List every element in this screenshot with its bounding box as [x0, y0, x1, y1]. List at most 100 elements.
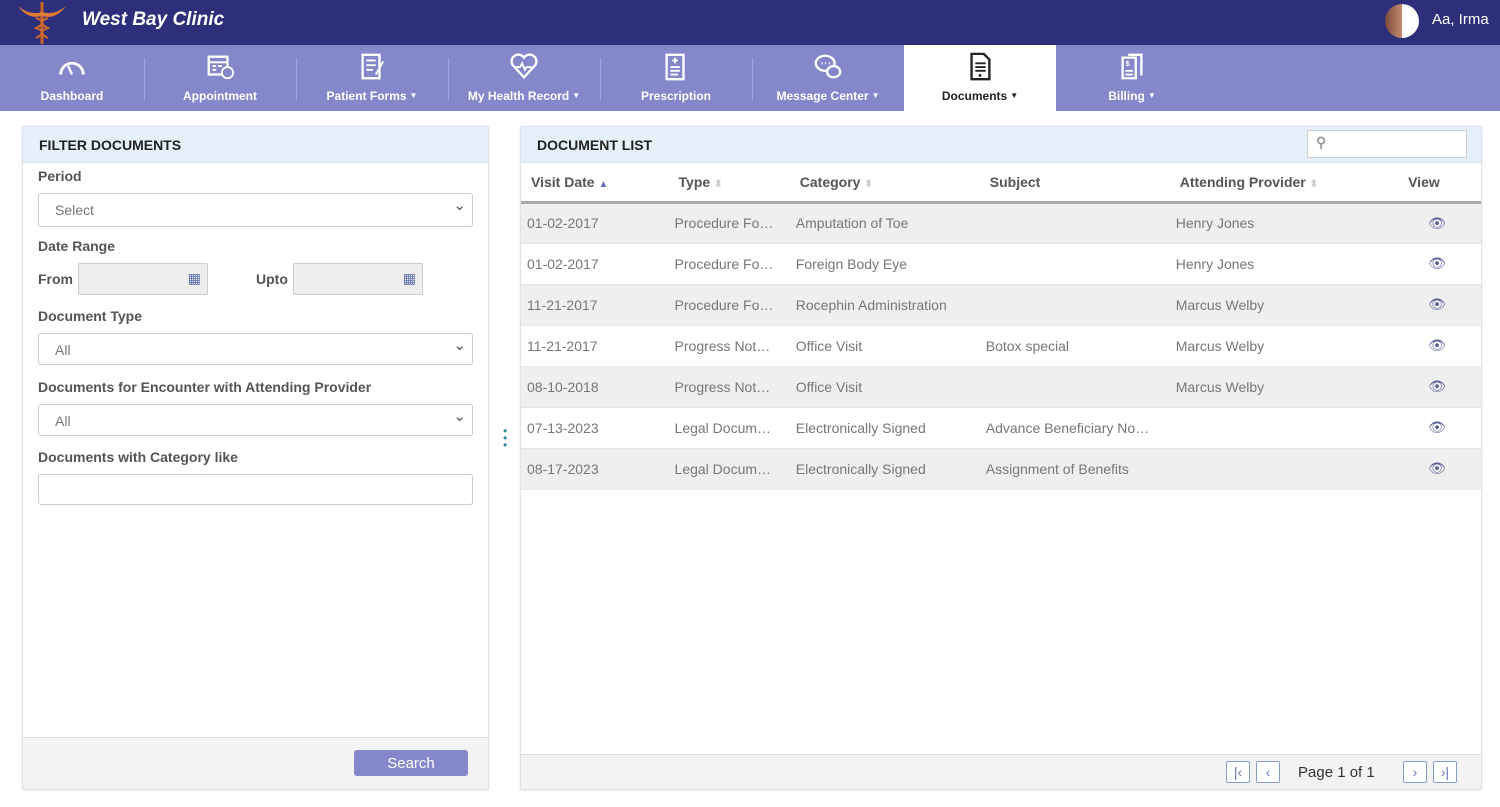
panel-resize-handle[interactable]: • • • [503, 425, 507, 451]
last-page-button[interactable]: ›| [1433, 761, 1457, 783]
filter-panel: FILTER DOCUMENTS Period Select Date Rang… [22, 126, 489, 790]
nav-tab-billing[interactable]: $ Billing ▼ [1056, 45, 1208, 111]
table-cell: Rocephin Administration [789, 284, 980, 326]
table-cell: Amputation of Toe [789, 202, 980, 244]
eye-view-icon[interactable]: 👁 [1428, 419, 1446, 435]
next-page-button[interactable]: › [1403, 761, 1427, 783]
table-row[interactable]: 08-17-2023 Legal Docum… Electronically Sig… [521, 448, 1481, 490]
document-icon [970, 52, 991, 81]
provider-select[interactable]: All [38, 404, 473, 436]
nav-tab-label: Dashboard [40, 89, 104, 103]
upto-label: Upto [256, 271, 288, 287]
table-cell: 07-13-2023 [521, 407, 669, 449]
prescription-icon [665, 53, 685, 81]
nav-tab-dashboard[interactable]: Dashboard [0, 45, 144, 111]
upto-date-input[interactable]: ▦ [293, 263, 423, 295]
filter-footer: Search [23, 737, 488, 789]
view-cell: 👁 [1398, 407, 1481, 449]
calendar-icon[interactable]: ▦ [403, 270, 416, 287]
caret-down-icon: ▼ [572, 91, 581, 100]
table-cell: Marcus Welby [1169, 284, 1399, 326]
calendar-icon[interactable]: ▦ [188, 270, 201, 287]
nav-tab-message-center[interactable]: Message Center ▼ [752, 45, 904, 111]
user-avatar[interactable] [1385, 4, 1419, 38]
pager: |‹ ‹ Page 1 of 1 › ›| [521, 754, 1481, 789]
search-icon: ⚲ [1316, 134, 1327, 150]
document-table: Visit Date ▲ Type ⬍ Category ⬍ Subject Atten… [521, 163, 1481, 490]
table-row[interactable]: 08-10-2018 Progress Not… Office Visit Marcu… [521, 366, 1481, 408]
caret-down-icon: ▼ [1147, 91, 1156, 100]
column-header[interactable]: Attending Provider ⬍ [1169, 163, 1399, 204]
document-list-header: DOCUMENT LIST ⚲ [521, 127, 1481, 163]
eye-view-icon[interactable]: 👁 [1428, 337, 1446, 353]
table-cell: Electronically Signed [789, 407, 980, 449]
table-row[interactable]: 01-02-2017 Procedure Fo… Amputation of Toe… [521, 202, 1481, 244]
table-cell: Foreign Body Eye [789, 243, 980, 285]
eye-view-icon[interactable]: 👁 [1428, 460, 1446, 476]
top-bar: West Bay Clinic Aa, Irma [0, 0, 1500, 45]
search-button[interactable]: Search [354, 750, 468, 776]
nav-tab-documents[interactable]: Documents ▼ [904, 45, 1056, 111]
table-cell: Henry Jones [1169, 202, 1399, 244]
eye-view-icon[interactable]: 👁 [1428, 296, 1446, 312]
nav-tab-label: Patient Forms ▼ [326, 89, 418, 103]
nav-tab-my-health-record[interactable]: My Health Record ▼ [448, 45, 600, 111]
column-header-label: Attending Provider [1179, 173, 1306, 190]
sort-icon[interactable]: ⬍ [864, 179, 872, 190]
heart-pulse-icon [510, 53, 538, 80]
table-cell: 11-21-2017 [521, 284, 669, 326]
nav-tab-prescription[interactable]: Prescription [600, 45, 752, 111]
table-cell [979, 366, 1170, 408]
eye-view-icon[interactable]: 👁 [1428, 215, 1446, 231]
form-pen-icon [361, 53, 385, 80]
nav-tab-appointment[interactable]: Appointment [144, 45, 296, 111]
table-row[interactable]: 11-21-2017 Progress Not… Office Visit Botox… [521, 325, 1481, 367]
column-header-label: View [1408, 173, 1440, 190]
column-header-label: Subject [989, 173, 1041, 190]
table-cell: Advance Beneficiary No… [979, 407, 1170, 449]
column-header[interactable]: Type ⬍ [668, 163, 790, 204]
prev-page-button[interactable]: ‹ [1256, 761, 1280, 783]
first-page-button[interactable]: |‹ [1226, 761, 1250, 783]
table-cell [979, 284, 1170, 326]
nav-tab-patient-forms[interactable]: Patient Forms ▼ [296, 45, 448, 111]
view-cell: 👁 [1398, 243, 1481, 285]
nav-tab-label: Documents ▼ [941, 89, 1019, 103]
user-menu[interactable]: Aa, Irma [1432, 11, 1489, 28]
sort-icon[interactable]: ⬍ [1310, 179, 1318, 190]
eye-view-icon[interactable]: 👁 [1428, 378, 1446, 394]
provider-label: Documents for Encounter with Attending P… [38, 379, 372, 395]
caret-down-icon: ▼ [1010, 91, 1019, 100]
nav-tab-label: Appointment [183, 89, 257, 103]
eye-view-icon[interactable]: 👁 [1428, 255, 1446, 271]
list-search-input[interactable]: ⚲ [1307, 130, 1467, 158]
table-cell: 01-02-2017 [521, 243, 669, 285]
view-cell: 👁 [1398, 366, 1481, 408]
category-input[interactable] [38, 474, 473, 505]
view-cell: 👁 [1398, 284, 1481, 326]
table-cell: Legal Docum… [668, 448, 790, 490]
table-row[interactable]: 11-21-2017 Procedure Fo… Rocephin Administ… [521, 284, 1481, 326]
table-row[interactable]: 01-02-2017 Procedure Fo… Foreign Body Eye H… [521, 243, 1481, 285]
sort-icon[interactable]: ⬍ [714, 179, 722, 190]
clinic-name: West Bay Clinic [82, 9, 225, 30]
column-header[interactable]: Visit Date ▲ [521, 163, 669, 204]
view-cell: 👁 [1398, 448, 1481, 490]
view-cell: 👁 [1398, 202, 1481, 244]
table-cell: Henry Jones [1169, 243, 1399, 285]
table-cell [979, 243, 1170, 285]
column-header[interactable]: Category ⬍ [789, 163, 980, 204]
column-header-label: Category [799, 173, 861, 190]
from-label: From [38, 271, 73, 287]
table-row[interactable]: 07-13-2023 Legal Docum… Electronically Sig… [521, 407, 1481, 449]
period-label: Period [38, 168, 82, 184]
document-type-select[interactable]: All [38, 333, 473, 365]
from-date-input[interactable]: ▦ [78, 263, 208, 295]
view-cell: 👁 [1398, 325, 1481, 367]
nav-tab-label: Billing ▼ [1108, 89, 1156, 103]
table-cell: Marcus Welby [1169, 325, 1399, 367]
period-select[interactable]: Select [38, 193, 473, 227]
caret-down-icon: ▼ [871, 91, 880, 100]
table-cell: Procedure Fo… [668, 202, 790, 244]
sort-ascending-icon[interactable]: ▲ [598, 179, 608, 190]
